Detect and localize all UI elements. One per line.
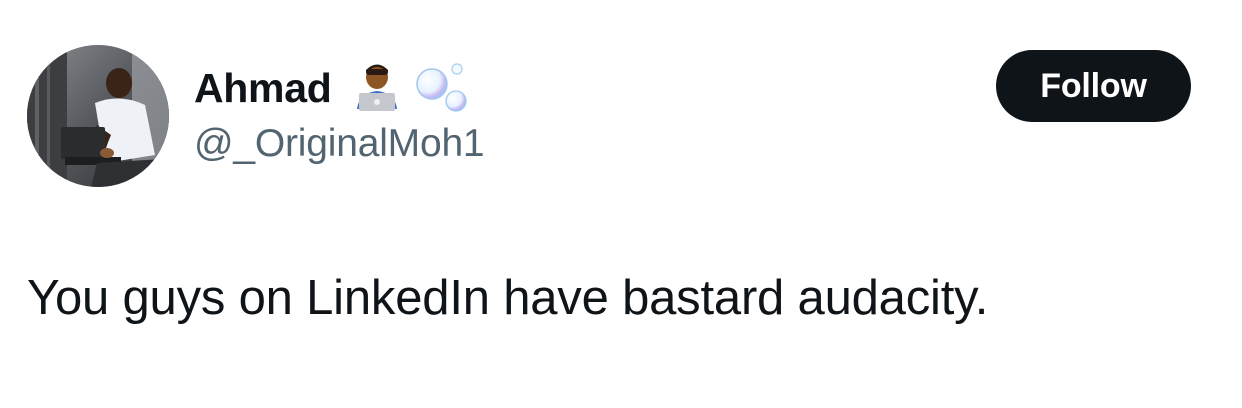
avatar[interactable] bbox=[27, 45, 169, 187]
man-technologist-emoji bbox=[357, 64, 398, 111]
author-name-row: Ahmad bbox=[194, 58, 469, 118]
tweet-text: You guys on LinkedIn have bastard audaci… bbox=[27, 271, 989, 325]
avatar-photo bbox=[27, 45, 169, 187]
author-handle[interactable]: @_OriginalMoh1 bbox=[194, 124, 485, 163]
bubbles-emoji bbox=[416, 63, 468, 112]
name-emojis bbox=[353, 60, 469, 116]
display-name[interactable]: Ahmad bbox=[194, 67, 332, 109]
follow-button[interactable]: Follow bbox=[996, 50, 1191, 122]
tweet-card: Ahmad @_OriginalMoh1 Follow You guys on … bbox=[0, 0, 1242, 408]
